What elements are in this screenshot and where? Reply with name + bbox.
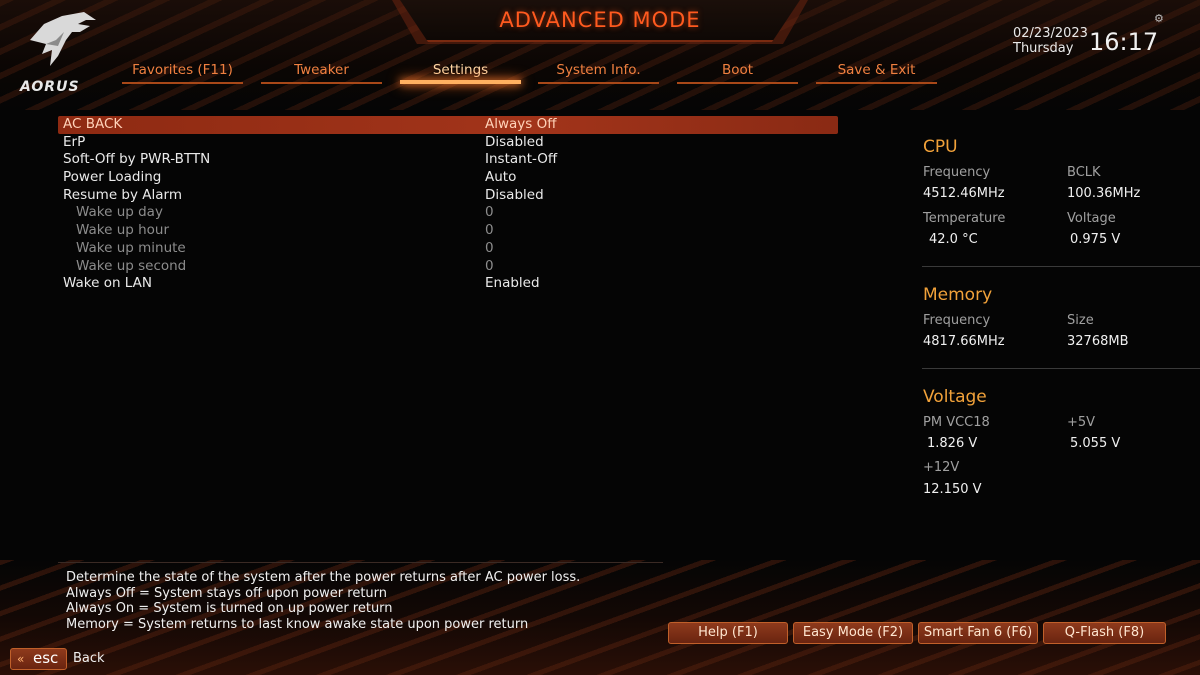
setting-value[interactable]: Always Off [485, 116, 557, 134]
setting-value[interactable]: Disabled [485, 187, 544, 205]
setting-wake-up-day: Wake up day 0 [58, 204, 838, 222]
cpu-frequency-label: Frequency [923, 165, 991, 180]
voltage-section-title: Voltage [923, 387, 987, 407]
cpu-voltage-value: 0.975 V [1070, 232, 1121, 247]
page-title: ADVANCED MODE [499, 8, 701, 32]
memory-frequency-label: Frequency [923, 313, 991, 328]
tab-underline [816, 82, 937, 84]
cpu-temperature-value: 42.0 °C [929, 232, 978, 247]
aorus-eagle-logo [30, 12, 96, 66]
setting-label: Wake up day [76, 204, 163, 221]
setting-value[interactable]: Auto [485, 169, 516, 187]
setting-value: 0 [485, 222, 494, 239]
back-label: Back [73, 651, 105, 666]
help-button[interactable]: Help (F1) [668, 622, 788, 644]
setting-label: Resume by Alarm [63, 186, 182, 203]
v5-value: 5.055 V [1070, 436, 1121, 451]
cpu-section-title: CPU [923, 137, 958, 157]
panel-divider [922, 266, 1200, 267]
setting-value[interactable]: Enabled [485, 275, 540, 293]
memory-frequency-value: 4817.66MHz [923, 334, 1005, 349]
esc-button[interactable]: « esc [10, 648, 67, 670]
clock-display: 16:17 [1089, 28, 1159, 56]
setting-soft-off[interactable]: Soft-Off by PWR-BTTN Instant-Off [58, 151, 838, 169]
v5-label: +5V [1067, 415, 1096, 430]
tab-underline [261, 82, 382, 84]
cpu-voltage-label: Voltage [1067, 211, 1116, 226]
cpu-frequency-value: 4512.46MHz [923, 186, 1005, 201]
memory-size-value: 32768MB [1067, 334, 1129, 349]
setting-label: ErP [63, 133, 86, 150]
setting-wake-on-lan[interactable]: Wake on LAN Enabled [58, 275, 838, 293]
setting-label: Wake up second [76, 257, 187, 274]
setting-resume-by-alarm[interactable]: Resume by Alarm Disabled [58, 187, 838, 205]
pmvcc18-label: PM VCC18 [923, 415, 990, 430]
setting-wake-up-second: Wake up second 0 [58, 258, 838, 276]
v12-label: +12V [923, 460, 960, 475]
tab-label: Boot [721, 62, 754, 78]
setting-value: 0 [485, 257, 494, 274]
tab-tweaker[interactable]: Tweaker [259, 62, 384, 86]
tab-label: Settings [432, 62, 489, 78]
description-line: Always On = System is turned on up power… [66, 601, 393, 617]
easy-mode-button[interactable]: Easy Mode (F2) [793, 622, 913, 644]
memory-section-title: Memory [923, 285, 993, 305]
tab-save-exit[interactable]: Save & Exit [814, 62, 939, 86]
description-line: Determine the state of the system after … [66, 570, 581, 585]
tab-label: System Info. [556, 62, 641, 78]
panel-divider [922, 368, 1200, 369]
cpu-temperature-label: Temperature [923, 211, 1006, 226]
v12-value: 12.150 V [923, 482, 982, 497]
setting-label: Wake up hour [76, 222, 170, 239]
tab-underline [400, 80, 521, 84]
setting-label: AC BACK [63, 116, 123, 132]
date-text: 02/23/2023 [1013, 26, 1088, 41]
setting-value[interactable]: Instant-Off [485, 151, 557, 169]
setting-label: Wake on LAN [63, 275, 152, 292]
day-text: Thursday [1013, 41, 1074, 56]
setting-label: Power Loading [63, 169, 162, 186]
qflash-button[interactable]: Q-Flash (F8) [1043, 622, 1166, 644]
setting-label: Wake up minute [76, 239, 186, 256]
setting-value[interactable]: Disabled [485, 134, 544, 152]
cpu-bclk-value: 100.36MHz [1067, 186, 1141, 201]
memory-size-label: Size [1067, 313, 1094, 328]
setting-ac-back[interactable]: AC BACK Always Off [58, 116, 838, 134]
esc-label: esc [33, 649, 59, 667]
setting-value: 0 [485, 204, 494, 221]
setting-wake-up-minute: Wake up minute 0 [58, 240, 838, 258]
setting-value: 0 [485, 239, 494, 256]
setting-erp[interactable]: ErP Disabled [58, 134, 838, 152]
tab-label: Tweaker [294, 62, 349, 78]
tab-label: Favorites (F11) [132, 62, 233, 78]
tab-underline [122, 82, 243, 84]
double-chevron-left-icon: « [17, 652, 25, 666]
tab-boot[interactable]: Boot [675, 62, 800, 86]
cpu-bclk-label: BCLK [1067, 165, 1101, 180]
help-description: Determine the state of the system after … [66, 570, 580, 632]
settings-list: AC BACK Always Off ErP Disabled Soft-Off… [58, 116, 838, 293]
date-display: 02/23/2023 Thursday [1013, 26, 1088, 56]
description-line: Always Off = System stays off upon power… [66, 585, 388, 601]
description-line: Memory = System returns to last know awa… [66, 616, 529, 632]
pmvcc18-value: 1.826 V [927, 436, 978, 451]
logo-text: AORUS [20, 79, 80, 95]
description-divider [58, 562, 663, 563]
tab-favorites[interactable]: Favorites (F11) [120, 62, 245, 86]
tab-underline [677, 82, 798, 84]
setting-wake-up-hour: Wake up hour 0 [58, 222, 838, 240]
tab-underline [538, 82, 659, 84]
setting-power-loading[interactable]: Power Loading Auto [58, 169, 838, 187]
gear-icon[interactable]: ⚙ [1154, 12, 1164, 25]
tab-label: Save & Exit [837, 62, 916, 78]
smart-fan-button[interactable]: Smart Fan 6 (F6) [918, 622, 1038, 644]
setting-label: Soft-Off by PWR-BTTN [63, 151, 211, 168]
tab-system-info[interactable]: System Info. [536, 62, 661, 86]
tab-settings[interactable]: Settings [398, 62, 523, 86]
